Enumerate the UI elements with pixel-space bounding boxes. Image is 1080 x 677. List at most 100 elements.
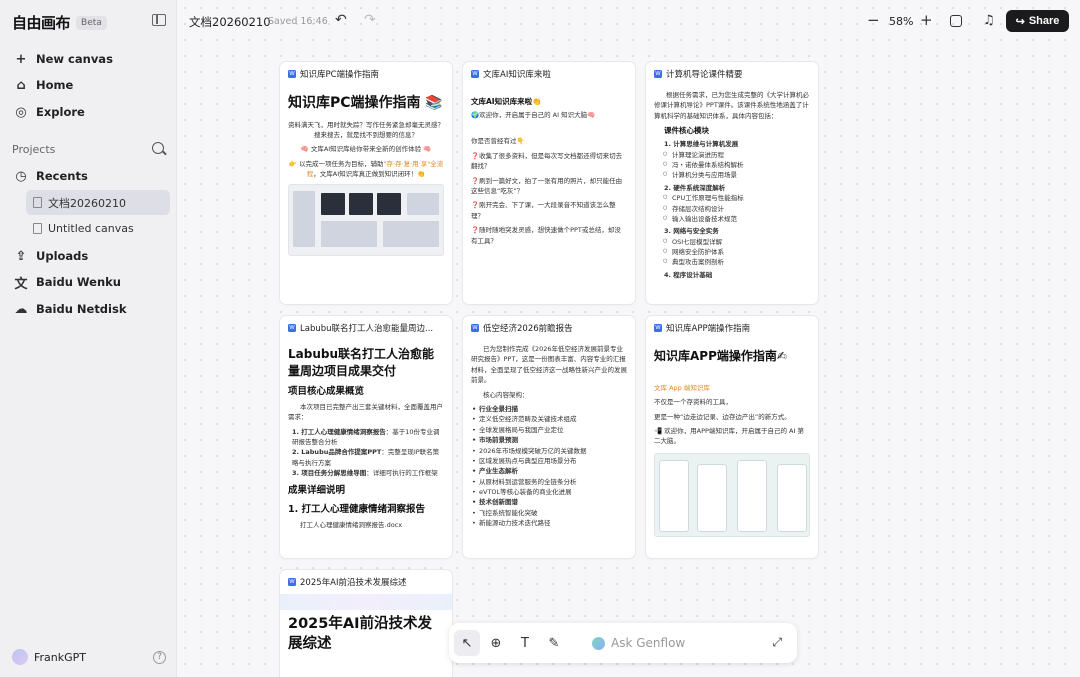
card-title: 低空经济2026前瞻报告 — [483, 324, 573, 334]
expand-icon[interactable]: ⤢ — [772, 635, 782, 650]
nav-new-canvas[interactable]: + New canvas — [8, 46, 170, 72]
card-header[interactable]: W 低空经济2026前瞻报告 — [463, 316, 635, 340]
card-paragraph: 已为您制作完成《2026年低空经济发展前景专业研究报告》PPT，这是一份图表丰富… — [471, 345, 627, 385]
zoom-level[interactable]: 58% — [889, 15, 913, 28]
list-item: 2026年市场规模突破万亿的关键数据 — [471, 446, 627, 457]
upload-icon: ⇪ — [15, 248, 27, 264]
card-header[interactable]: W 2025年AI前沿技术发展综述 — [280, 570, 452, 594]
list-item: 4. 程序设计基础 — [664, 270, 713, 279]
nav-recents[interactable]: ◷ Recents — [8, 163, 170, 189]
card-header[interactable]: W 知识库PC端操作指南 — [280, 62, 452, 86]
share-icon: ↪ — [1015, 15, 1025, 28]
home-icon: ⌂ — [16, 77, 26, 93]
ask-genflow-input[interactable]: Ask Genflow — [611, 636, 685, 650]
canvas-card-ai-review[interactable]: W 2025年AI前沿技术发展综述 2025年AI前沿技术发展综述 — [280, 570, 452, 677]
draw-tool-icon[interactable]: ✎ — [541, 630, 567, 656]
word-doc-icon: W — [471, 324, 479, 332]
canvas-card-low-altitude[interactable]: W 低空经济2026前瞻报告 已为您制作完成《2026年低空经济发展前景专业研究… — [463, 316, 635, 558]
card-title: 文库AI知识库来啦 — [483, 70, 551, 80]
card-paragraph: 🧠 文库AI知识库给你带来全新的创作体验 🧠 — [300, 145, 432, 154]
card-paragraph: 本次项目已完整产出三套关键材料，全面覆盖用户需求： — [288, 402, 443, 422]
card-heading: 知识库APP端操作指南✍ — [654, 349, 787, 363]
fit-screen-icon[interactable] — [950, 15, 962, 27]
search-icon[interactable] — [152, 142, 164, 154]
beta-badge: Beta — [76, 15, 107, 30]
list-item-lead: 1. 打工人心理健康情绪洞察报告 — [292, 427, 386, 436]
redo-icon[interactable]: ↷ — [364, 12, 376, 28]
card-heading: 知识库PC端操作指南 📚 — [288, 95, 443, 111]
card-title: 知识库PC端操作指南 — [300, 70, 380, 80]
card-paragraph: 不仅是一个存资料的工具， — [654, 398, 732, 407]
canvas-card-cs-intro[interactable]: W 计算机导论课件精要 根据任务需求，已为您生成完整的《大学计算机必修课计算机导… — [646, 62, 818, 304]
card-title: 计算机导论课件精要 — [666, 70, 743, 80]
recent-item-doc[interactable]: 文档20260210 — [26, 190, 170, 215]
list-item: 新能源动力技术迭代路径 — [471, 518, 627, 529]
nav-uploads[interactable]: ⇪ Uploads — [8, 243, 170, 269]
card-content: 根据任务需求，已为您生成完整的《大学计算机必修课计算机导论》PPT课件。该课件系… — [646, 86, 818, 284]
text-tool-icon[interactable]: T — [512, 630, 538, 656]
list-item: 产业生态解析 — [471, 466, 627, 477]
app-logo[interactable]: 自由画布 — [12, 12, 71, 33]
document-title[interactable]: 文档20260210 — [189, 14, 271, 30]
sidebar-collapse-icon[interactable] — [152, 14, 166, 26]
list-item: 全球发展格局与我国产业定位 — [471, 425, 627, 436]
card-paragraph: 👉 以完成一项任务为目标，辅助"存·存·复·用·享"全流程，文库AI知识库真正做… — [288, 159, 444, 180]
nav-label: New canvas — [36, 52, 113, 66]
zoom-in-button[interactable]: + — [920, 11, 933, 29]
list-item: 区域发展热点与典型应用场景分布 — [471, 456, 627, 467]
card-header[interactable]: W 知识库APP端操作指南 — [646, 316, 818, 340]
list-item: 计算机分类与应用场景 — [654, 170, 810, 180]
app-screenshot-thumbnail — [654, 452, 810, 537]
list-item: 3. 项目任务分解思维导图：详细可执行的工作框架 — [288, 468, 444, 478]
nav-label: Explore — [36, 105, 85, 119]
card-paragraph: 根据任务需求，已为您生成完整的《大学计算机必修课计算机导论》PPT课件。该课件系… — [654, 91, 809, 120]
genflow-icon — [592, 636, 605, 650]
canvas-card-ai-kb[interactable]: W 文库AI知识库来啦 文库AI知识库来啦👏 🌍欢迎你，开启属于自己的 AI 知… — [463, 62, 635, 304]
word-doc-icon: W — [654, 324, 662, 332]
recent-item-untitled[interactable]: Untitled canvas — [26, 216, 170, 241]
card-header[interactable]: W 计算机导论课件精要 — [646, 62, 818, 86]
list-item: 2. Labubu品牌合作提案PPT：完整呈现IP联名策略与执行方案 — [288, 447, 444, 468]
nav-baidu-netdisk[interactable]: ☁ Baidu Netdisk — [8, 296, 170, 322]
card-title: Labubu联名打工人治愈能量周边... — [300, 324, 434, 334]
undo-icon[interactable]: ↶ — [335, 12, 347, 28]
card-paragraph: 你是否曾经有过👇 — [471, 137, 525, 146]
card-tag: 文库 App 端知识库 — [654, 383, 710, 392]
list-item: 飞控系统智能化突破 — [471, 508, 627, 519]
canvas-card-app-guide[interactable]: W 知识库APP端操作指南 知识库APP端操作指南✍ 文库 App 端知识库 不… — [646, 316, 818, 558]
nav-baidu-wenku[interactable]: 文 Baidu Wenku — [8, 269, 170, 295]
sidebar: 自由画布 Beta + New canvas ⌂ Home ◎ Explore … — [0, 0, 177, 677]
help-icon[interactable]: ? — [153, 651, 166, 664]
card-paragraph: ❓收集了很多资料，但是每次写文档都还得切来切去翻找？ — [471, 151, 623, 171]
share-button[interactable]: ↪ Share — [1006, 10, 1069, 32]
cloud-icon: ☁ — [14, 301, 28, 317]
list-item: 3. 网络与安全实务 — [664, 227, 719, 236]
compass-icon: ◎ — [15, 104, 27, 120]
card-content: Labubu联名打工人治愈能量周边项目成果交付 项目核心成果概览 本次项目已完整… — [280, 340, 452, 538]
text-run: ，文库AI知识库真正做到知识闭环！👏 — [313, 170, 426, 179]
avatar — [12, 649, 28, 665]
canvas[interactable]: 文档20260210 Saved 16:46 ↶ ↷ − 58% + ♫ ↪ S… — [177, 0, 1080, 677]
card-paragraph: 核心内容架构： — [483, 390, 529, 399]
select-tool-icon[interactable]: ↖ — [454, 630, 480, 656]
bottom-toolbar: ↖ ⊕ T ✎ Ask Genflow ⤢ — [449, 623, 797, 663]
user-profile[interactable]: FrankGPT — [12, 649, 86, 665]
list-item: 计算理论演进历程 — [654, 150, 810, 160]
card-header[interactable]: W 文库AI知识库来啦 — [463, 62, 635, 86]
zoom-out-button[interactable]: − — [867, 11, 880, 29]
canvas-card-pc-guide[interactable]: W 知识库PC端操作指南 知识库PC端操作指南 📚 资料满天飞，用时就失踪？写作… — [280, 62, 452, 304]
canvas-card-labubu[interactable]: W Labubu联名打工人治愈能量周边... Labubu联名打工人治愈能量周边… — [280, 316, 452, 558]
card-paragraph: ❓随时随地突发灵感，想快速做个PPT或总结，却没有工具？ — [471, 226, 621, 245]
plus-icon: + — [15, 51, 27, 67]
card-subheading: 项目核心成果概览 — [288, 385, 365, 397]
nav-explore[interactable]: ◎ Explore — [8, 99, 170, 125]
card-header[interactable]: W Labubu联名打工人治愈能量周边... — [280, 316, 452, 340]
list-item: 1. 计算思维与计算机发展 — [664, 140, 739, 149]
card-content: 知识库APP端操作指南✍ 文库 App 端知识库 不仅是一个存资料的工具， 更是… — [646, 340, 818, 541]
notification-bell-icon[interactable]: ♫ — [983, 13, 995, 28]
list-item: 行业全景扫描 — [471, 404, 627, 415]
recent-item-label: Untitled canvas — [48, 222, 134, 235]
add-icon[interactable]: ⊕ — [483, 630, 509, 656]
list-item: OSI七层模型详解 — [654, 237, 810, 247]
nav-home[interactable]: ⌂ Home — [8, 72, 170, 98]
